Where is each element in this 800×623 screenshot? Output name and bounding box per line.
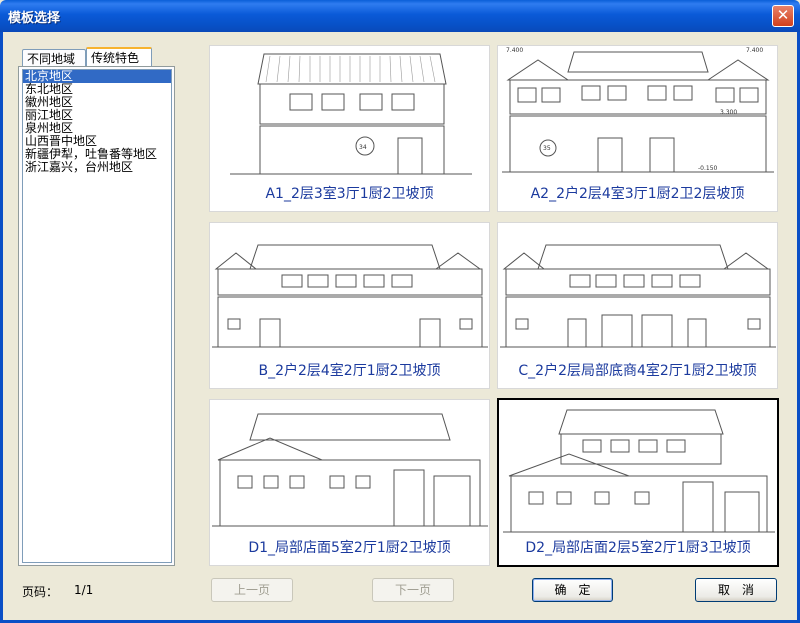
template-thumb-a2[interactable]: 7.400 7.400 3.300 -0.150 35 A2_2户2层4室3厅1… [497,45,778,212]
template-thumb-b[interactable]: B_2户2层4室2厅1厨2卫坡顶 [209,222,490,389]
template-caption: D2_局部店面2层5室2厅1厨3卫坡顶 [525,540,751,556]
drawing-label: 7.400 [506,47,523,54]
title-bar: 模板选择 ✕ [0,0,800,32]
template-caption: C_2户2层局部底商4室2厅1厨2卫坡顶 [518,363,757,379]
template-thumb-d1[interactable]: D1_局部店面5室2厅1厨2卫坡顶 [209,399,490,566]
template-thumb-c[interactable]: C_2户2层局部底商4室2厅1厨2卫坡顶 [497,222,778,389]
template-thumb-a1[interactable]: 34 A1_2层3室3厅1厨2卫坡顶 [209,45,490,212]
template-caption: A1_2层3室3厅1厨2卫坡顶 [265,186,434,202]
drawing-label: 7.400 [746,47,763,54]
cancel-button[interactable]: 取 消 [695,578,777,602]
tab-regions[interactable]: 不同地域 [22,49,86,66]
drawing-label: 35 [543,145,551,152]
page-label: 页码： [22,585,59,599]
region-list[interactable]: 北京地区 东北地区 徽州地区 丽江地区 泉州地区 山西晋中地区 新疆伊犁，吐鲁番… [22,69,172,563]
list-item[interactable]: 浙江嘉兴，台州地区 [23,161,171,174]
close-button[interactable]: ✕ [772,5,794,27]
ok-button[interactable]: 确 定 [532,578,613,602]
drawing-label: -0.150 [698,165,718,172]
page-value: 1/1 [74,583,94,597]
window-title: 模板选择 [8,11,61,26]
prev-page-button[interactable]: 上一页 [211,578,293,602]
template-caption: B_2户2层4室2厅1厨2卫坡顶 [258,363,441,379]
drawing-label: 3.300 [720,109,737,116]
tab-traditional[interactable]: 传统特色 [86,47,152,66]
template-thumb-d2[interactable]: D2_局部店面2层5室2厅1厨3卫坡顶 [497,398,779,567]
template-caption: D1_局部店面5室2厅1厨2卫坡顶 [248,540,451,556]
next-page-button[interactable]: 下一页 [372,578,454,602]
template-caption: A2_2户2层4室3厅1厨2卫2层坡顶 [530,186,745,202]
close-icon: ✕ [776,6,790,24]
drawing-label: 34 [359,144,367,151]
